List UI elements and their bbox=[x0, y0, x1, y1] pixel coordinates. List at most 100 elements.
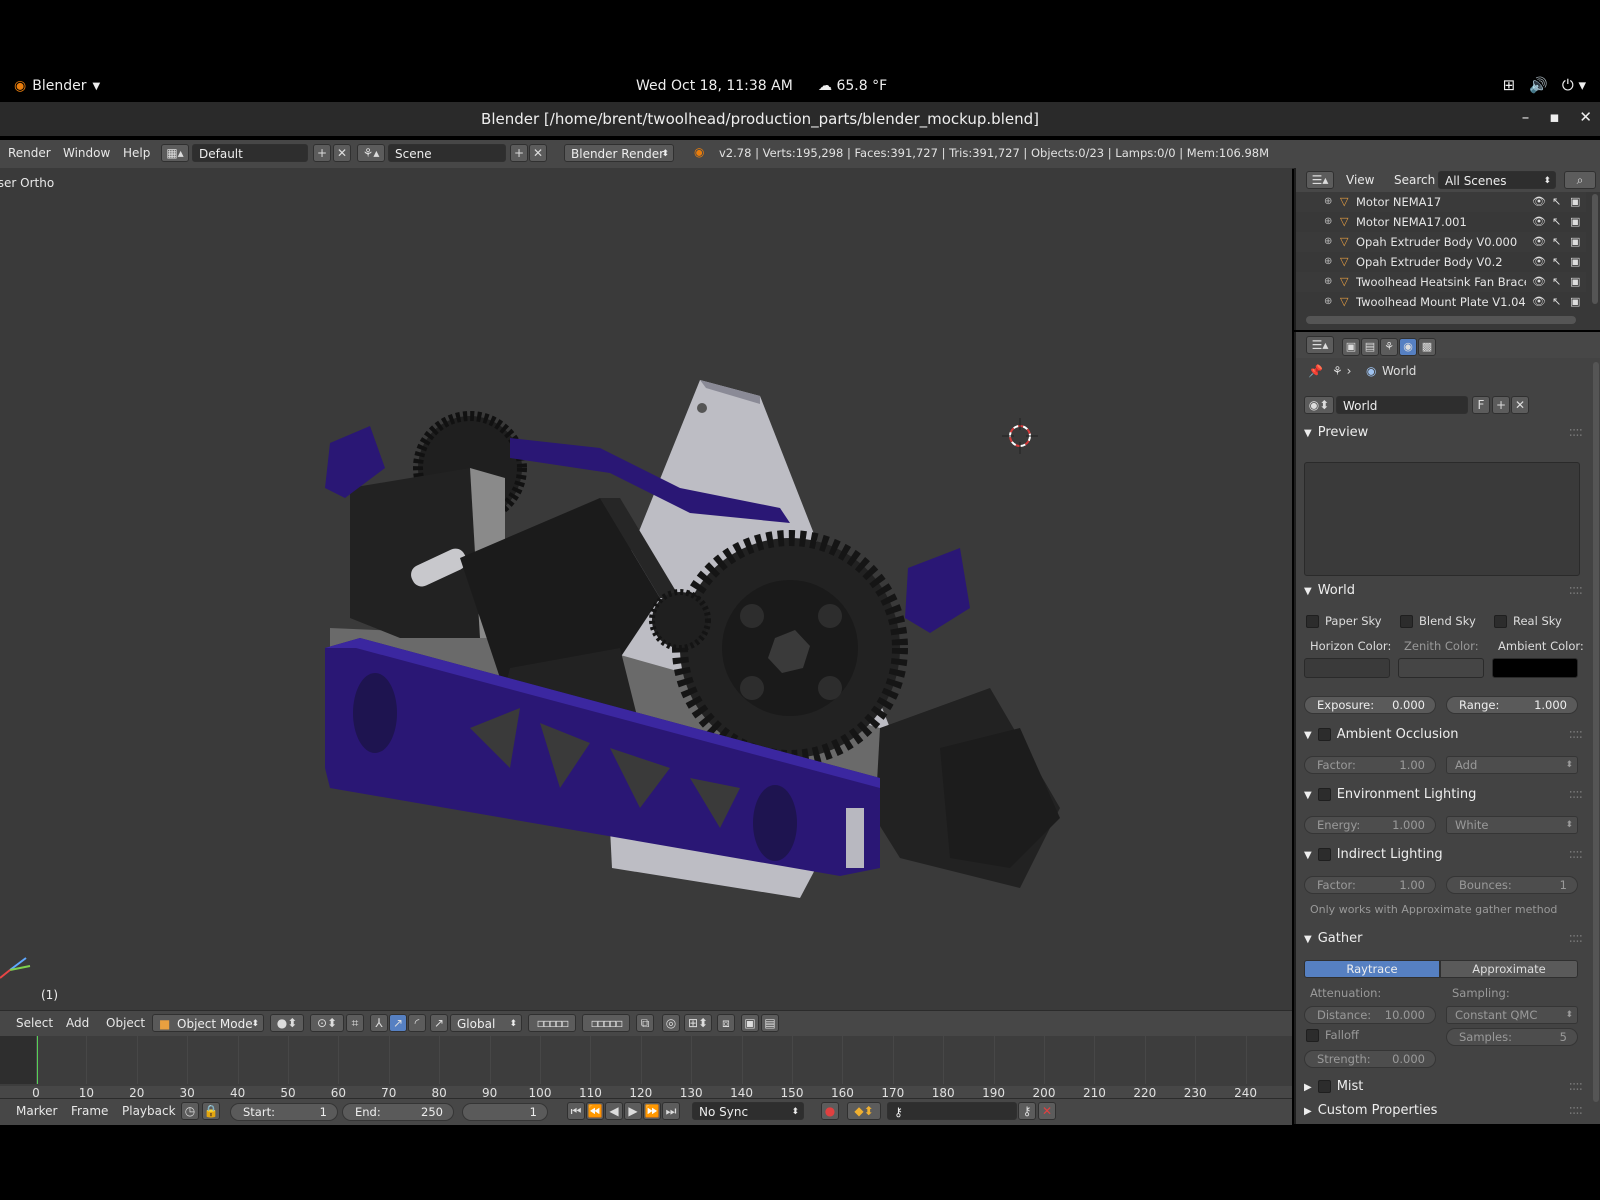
enable-checkbox[interactable] bbox=[1317, 848, 1331, 861]
horizon-color-swatch[interactable] bbox=[1304, 658, 1390, 678]
close-icon[interactable]: ✕ bbox=[1579, 108, 1592, 126]
rotate-manipulator-icon[interactable]: ◜ bbox=[408, 1014, 426, 1032]
indirect-factor-field[interactable]: Factor: 1.00 bbox=[1304, 876, 1436, 894]
drag-handle-icon[interactable]: :::: bbox=[1568, 844, 1582, 866]
zenith-color-swatch[interactable] bbox=[1398, 658, 1484, 678]
panel-gather-header[interactable]: ▼ Gather :::: bbox=[1304, 928, 1584, 950]
start-frame-field[interactable]: Start: 1 bbox=[230, 1103, 338, 1121]
menu-add[interactable]: Add bbox=[66, 1016, 89, 1030]
unlink-world-icon[interactable]: ✕ bbox=[1511, 396, 1529, 414]
scene-model[interactable] bbox=[0, 168, 1292, 1010]
timeline[interactable]: 0 10 20 30 40 50 60 70 80 90 100 110 120 130 140 150 160… bbox=[0, 1036, 1292, 1100]
raytrace-button[interactable]: Raytrace bbox=[1304, 960, 1440, 978]
jump-start-icon[interactable]: ⏮ bbox=[567, 1102, 585, 1120]
search-icon[interactable]: ⌕ bbox=[1564, 171, 1596, 189]
enable-checkbox[interactable] bbox=[1317, 788, 1331, 801]
ao-blend-select[interactable]: Add ⬍ bbox=[1446, 756, 1578, 774]
range-field[interactable]: Range: 1.000 bbox=[1446, 696, 1578, 714]
manipulator-toggle-icon[interactable]: ⅄ bbox=[370, 1014, 388, 1032]
scene-layers-2-icon[interactable]: ▫▫▫▫▫ bbox=[582, 1014, 630, 1032]
enable-checkbox[interactable] bbox=[1317, 1080, 1331, 1093]
scene-layers-icon[interactable]: ▫▫▫▫▫ bbox=[528, 1014, 576, 1032]
falloff-checkbox[interactable]: Falloff bbox=[1306, 1028, 1359, 1042]
end-frame-field[interactable]: End: 250 bbox=[342, 1103, 454, 1121]
menu-object[interactable]: Object bbox=[106, 1016, 145, 1030]
scene-tab-icon[interactable]: ⚘ bbox=[1380, 338, 1398, 356]
snap-target-icon[interactable]: ⧈ bbox=[717, 1014, 735, 1032]
keying-set-icon[interactable]: ◆⬍ bbox=[847, 1102, 881, 1120]
scale-manipulator-icon[interactable]: ↗ bbox=[430, 1014, 448, 1032]
panel-indirect-lighting-header[interactable]: ▼ Indirect Lighting :::: bbox=[1304, 844, 1584, 866]
play-reverse-icon[interactable]: ◀ bbox=[605, 1102, 623, 1120]
visibility-icon[interactable]: 👁 bbox=[1532, 232, 1546, 252]
outliner-item[interactable]: ⊕ ▽ Motor NEMA17 👁 ↖ ▣ bbox=[1296, 192, 1586, 212]
weather-indicator[interactable]: ☁ 65.8 °F bbox=[818, 78, 887, 94]
menu-search[interactable]: Search bbox=[1394, 173, 1435, 187]
scene-icon[interactable]: ⚘▴ bbox=[357, 144, 385, 162]
3d-viewport[interactable]: User Ortho bbox=[0, 168, 1292, 1010]
drag-handle-icon[interactable]: :::: bbox=[1568, 1100, 1582, 1122]
prev-keyframe-icon[interactable]: ⏪ bbox=[586, 1102, 604, 1120]
visibility-icon[interactable]: 👁 bbox=[1532, 192, 1546, 212]
opengl-render-icon[interactable]: ▣ bbox=[741, 1014, 759, 1032]
outliner-item[interactable]: ⊕ ▽ Opah Extruder Body V0.000 👁 ↖ ▣ bbox=[1296, 232, 1586, 252]
clock[interactable]: Wed Oct 18, 11:38 AM bbox=[636, 78, 793, 94]
enable-checkbox[interactable] bbox=[1317, 728, 1331, 741]
select-arrow-icon[interactable]: ↖ bbox=[1552, 192, 1561, 212]
select-arrow-icon[interactable]: ↖ bbox=[1552, 292, 1561, 312]
exposure-field[interactable]: Exposure: 0.000 bbox=[1304, 696, 1436, 714]
menu-render[interactable]: Render bbox=[8, 146, 51, 160]
visibility-icon[interactable]: 👁 bbox=[1532, 252, 1546, 272]
visibility-icon[interactable]: 👁 bbox=[1532, 292, 1546, 312]
mode-select[interactable]: ■ Object Mode ⬍ bbox=[152, 1014, 264, 1032]
fake-user-button[interactable]: F bbox=[1472, 396, 1490, 414]
drag-handle-icon[interactable]: :::: bbox=[1568, 580, 1582, 602]
screen-layout-field[interactable]: Default bbox=[192, 144, 308, 162]
panel-ambient-occlusion-header[interactable]: ▼ Ambient Occlusion :::: bbox=[1304, 724, 1584, 746]
render-tab-icon[interactable]: ▣ bbox=[1342, 338, 1360, 356]
world-tab-icon[interactable]: ◉ bbox=[1399, 338, 1417, 356]
strength-field[interactable]: Strength: 0.000 bbox=[1304, 1050, 1436, 1068]
editor-type-icon[interactable]: ☰▴ bbox=[1306, 336, 1334, 354]
layer-lock-icon[interactable]: ⧉ bbox=[636, 1014, 654, 1032]
pin-icon[interactable]: 📌 bbox=[1308, 364, 1323, 378]
menu-help[interactable]: Help bbox=[123, 146, 150, 160]
panel-environment-lighting-header[interactable]: ▼ Environment Lighting :::: bbox=[1304, 784, 1584, 806]
delete-keyframe-icon[interactable]: ✕ bbox=[1038, 1102, 1056, 1120]
ambient-color-swatch[interactable] bbox=[1492, 658, 1578, 678]
render-camera-icon[interactable]: ▣ bbox=[1570, 192, 1580, 212]
network-icon[interactable]: ⊞ bbox=[1503, 76, 1516, 94]
app-menu[interactable]: ◉ Blender ▼ bbox=[14, 78, 100, 94]
lock-icon[interactable]: 🔒 bbox=[202, 1102, 220, 1120]
panel-world-header[interactable]: ▼ World :::: bbox=[1304, 580, 1584, 602]
sync-mode-select[interactable]: No Sync ⬍ bbox=[692, 1102, 804, 1120]
new-world-icon[interactable]: + bbox=[1492, 396, 1510, 414]
vertical-scrollbar[interactable] bbox=[1592, 194, 1598, 304]
render-engine-select[interactable]: Blender Render ⬍ bbox=[564, 144, 674, 162]
sampling-method-select[interactable]: Constant QMC ⬍ bbox=[1446, 1006, 1578, 1024]
translate-manipulator-icon[interactable]: ↗ bbox=[389, 1014, 407, 1032]
outliner-item[interactable]: ⊕ ▽ Motor NEMA17.001 👁 ↖ ▣ bbox=[1296, 212, 1586, 232]
viewport-shading-icon[interactable]: ●⬍ bbox=[270, 1014, 304, 1032]
render-layers-tab-icon[interactable]: ▤ bbox=[1361, 338, 1379, 356]
world-name-field[interactable]: World bbox=[1336, 396, 1468, 414]
snap-element-icon[interactable]: ⊞⬍ bbox=[684, 1014, 712, 1032]
menu-frame[interactable]: Frame bbox=[71, 1104, 108, 1118]
select-arrow-icon[interactable]: ↖ bbox=[1552, 232, 1561, 252]
active-keying-set-field[interactable]: ⚷ bbox=[887, 1102, 1017, 1120]
select-arrow-icon[interactable]: ↖ bbox=[1552, 272, 1561, 292]
expand-icon[interactable]: ⊕ bbox=[1324, 212, 1332, 232]
select-arrow-icon[interactable]: ↖ bbox=[1552, 252, 1561, 272]
distance-field[interactable]: Distance: 10.000 bbox=[1304, 1006, 1436, 1024]
drag-handle-icon[interactable]: :::: bbox=[1568, 724, 1582, 746]
panel-preview-header[interactable]: ▼ Preview :::: bbox=[1304, 422, 1584, 444]
render-camera-icon[interactable]: ▣ bbox=[1570, 212, 1580, 232]
menu-select[interactable]: Select bbox=[16, 1016, 53, 1030]
screen-layout-icon[interactable]: ▦▴ bbox=[161, 144, 189, 162]
menu-view[interactable]: View bbox=[1346, 173, 1374, 187]
preview-range-icon[interactable]: ◷ bbox=[181, 1102, 199, 1120]
insert-keyframe-icon[interactable]: ⚷ bbox=[1018, 1102, 1036, 1120]
texture-tab-icon[interactable]: ▩ bbox=[1418, 338, 1436, 356]
proportional-edit-icon[interactable]: ◎ bbox=[662, 1014, 680, 1032]
expand-icon[interactable]: ⊕ bbox=[1324, 232, 1332, 252]
